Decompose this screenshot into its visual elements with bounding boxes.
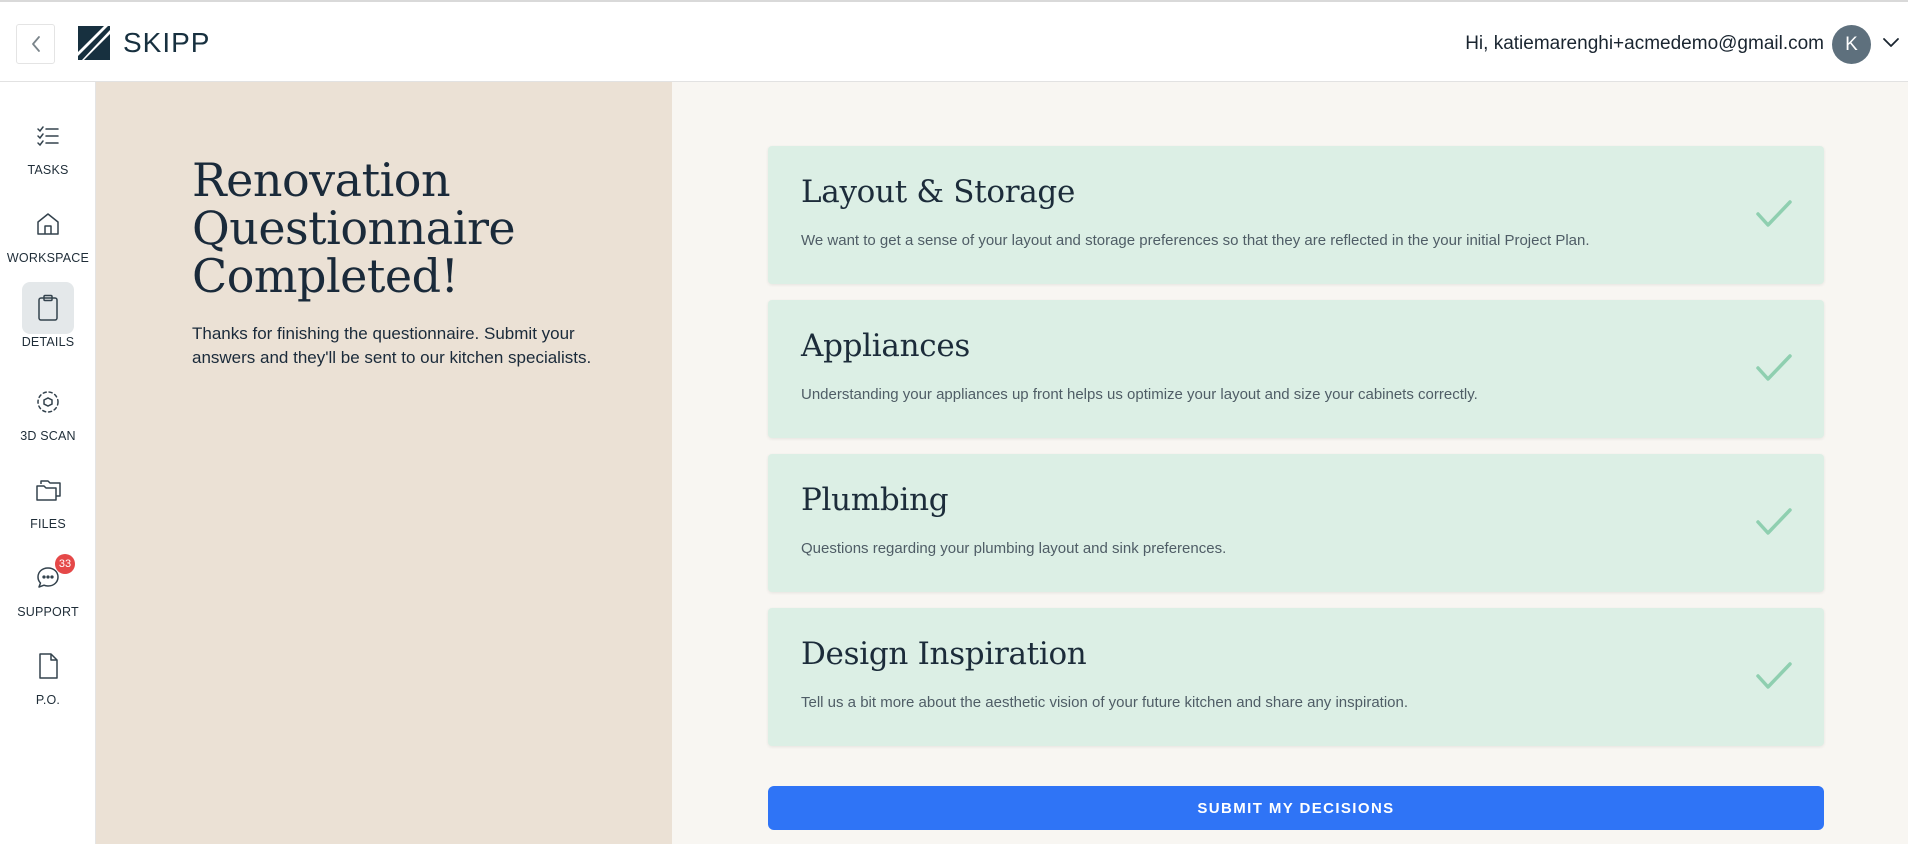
sidebar-item-3d-scan[interactable]: 3D SCAN	[0, 376, 96, 456]
section-title: Design Inspiration	[801, 636, 1087, 672]
sidebar-item-po[interactable]: P.O.	[0, 640, 96, 720]
sidebar-item-details[interactable]: DETAILS	[0, 282, 96, 362]
notification-badge: 33	[55, 554, 75, 574]
submit-decisions-button[interactable]: SUBMIT MY DECISIONS	[768, 786, 1824, 830]
scan-cube-icon	[37, 391, 59, 413]
section-card-layout-storage[interactable]: Layout & Storage We want to get a sense …	[768, 146, 1824, 284]
back-button[interactable]	[16, 24, 55, 64]
chevron-left-icon	[31, 36, 40, 52]
home-icon	[37, 213, 59, 235]
nav-icon-container	[22, 640, 74, 692]
chevron-down-icon[interactable]	[1881, 35, 1901, 51]
section-description: Understanding your appliances up front h…	[801, 386, 1478, 403]
sidebar-item-label: WORKSPACE	[6, 251, 90, 265]
section-title: Appliances	[801, 328, 970, 364]
nav-icon-container: 33	[22, 552, 75, 604]
avatar[interactable]: K	[1832, 25, 1871, 64]
brand-name[interactable]: SKIPP	[123, 26, 210, 60]
section-card-design-inspiration[interactable]: Design Inspiration Tell us a bit more ab…	[768, 608, 1824, 746]
sidebar-item-label: FILES	[30, 517, 66, 531]
user-greeting: Hi, katiemarenghi+acmedemo@gmail.com	[1465, 33, 1824, 54]
intro-panel: Renovation Questionnaire Completed! Than…	[96, 82, 672, 844]
section-description: We want to get a sense of your layout an…	[801, 232, 1590, 249]
nav-icon-container	[22, 198, 74, 250]
section-description: Questions regarding your plumbing layout…	[801, 540, 1227, 557]
sidebar-item-workspace[interactable]: WORKSPACE	[0, 198, 96, 278]
checkmark-icon	[1756, 200, 1792, 227]
nav-icon-container	[22, 376, 74, 428]
document-icon	[39, 653, 58, 679]
clipboard-icon	[38, 294, 58, 321]
checkmark-icon	[1756, 508, 1792, 535]
sidebar-item-files[interactable]: FILES	[0, 464, 96, 544]
sidebar-item-label: P.O.	[35, 693, 61, 707]
top-bar: SKIPP Hi, katiemarenghi+acmedemo@gmail.c…	[0, 0, 1908, 82]
sidebar: TASKS WORKSPACE DETAILS 3D SCAN FILES 33…	[0, 82, 96, 844]
checkmark-icon	[1756, 662, 1792, 689]
sidebar-item-support[interactable]: 33 SUPPORT	[0, 552, 96, 632]
section-description: Tell us a bit more about the aesthetic v…	[801, 694, 1409, 711]
section-card-appliances[interactable]: Appliances Understanding your appliances…	[768, 300, 1824, 438]
sidebar-item-label: 3D SCAN	[20, 429, 76, 443]
checklist-icon	[37, 126, 59, 147]
nav-icon-container	[22, 282, 74, 334]
section-title: Layout & Storage	[801, 174, 1076, 210]
checkmark-icon	[1756, 354, 1792, 381]
section-card-plumbing[interactable]: Plumbing Questions regarding your plumbi…	[768, 454, 1824, 592]
section-title: Plumbing	[801, 482, 949, 518]
nav-icon-container	[22, 464, 74, 516]
sidebar-item-label: TASKS	[27, 163, 69, 177]
sidebar-item-label: DETAILS	[21, 335, 75, 349]
page-title: Renovation Questionnaire Completed!	[192, 153, 516, 303]
sidebar-item-label: SUPPORT	[17, 605, 79, 619]
nav-icon-container	[22, 110, 74, 162]
skipp-logo-icon[interactable]	[78, 26, 110, 60]
sidebar-item-tasks[interactable]: TASKS	[0, 110, 96, 190]
folders-icon	[36, 480, 61, 501]
intro-text: Thanks for finishing the questionnaire. …	[192, 324, 592, 367]
sections-panel: Layout & Storage We want to get a sense …	[672, 82, 1908, 844]
